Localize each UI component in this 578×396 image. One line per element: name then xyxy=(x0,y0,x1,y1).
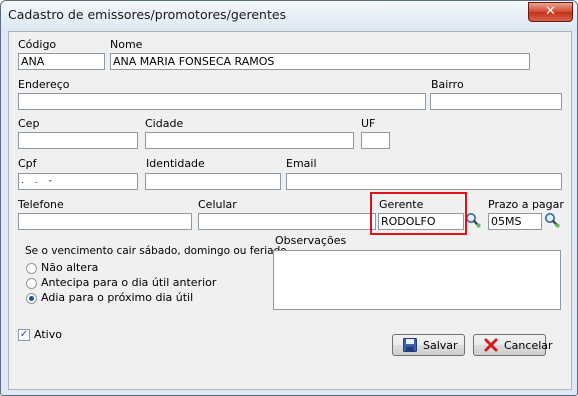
observacoes-label: Observações xyxy=(275,234,347,247)
email-input[interactable] xyxy=(286,173,562,190)
bairro-input[interactable] xyxy=(430,93,562,110)
close-icon: ✕ xyxy=(545,4,556,19)
radio-antecipa-label: Antecipa para o dia útil anterior xyxy=(41,276,217,289)
form-panel: Código ANA Nome ANA MARIA FONSECA RAMOS … xyxy=(8,31,572,390)
endereco-input[interactable] xyxy=(18,93,426,110)
cpf-label: Cpf xyxy=(18,157,37,170)
cpf-input[interactable]: . . - xyxy=(18,173,138,190)
radio-nao-altera[interactable] xyxy=(26,263,37,274)
close-button[interactable]: ✕ xyxy=(528,2,573,22)
cep-label: Cep xyxy=(18,117,40,130)
vencimento-title: Se o vencimento cair sábado, domingo ou … xyxy=(25,245,287,257)
cidade-input[interactable] xyxy=(145,132,354,149)
celular-input[interactable] xyxy=(198,213,376,230)
identidade-input[interactable] xyxy=(145,173,281,190)
radio-adia[interactable] xyxy=(26,293,37,304)
cancelar-button[interactable]: Cancelar xyxy=(473,334,553,356)
ativo-label: Ativo xyxy=(34,328,62,341)
gerente-search-icon[interactable] xyxy=(465,212,481,228)
ativo-checkbox[interactable]: ✓ xyxy=(18,329,30,341)
prazo-search-icon[interactable] xyxy=(544,212,560,228)
radio-adia-label: Adia para o próximo dia útil xyxy=(41,291,194,304)
nome-label: Nome xyxy=(110,38,143,51)
prazo-input[interactable]: 05MS xyxy=(488,213,542,230)
email-label: Email xyxy=(286,157,317,170)
cidade-label: Cidade xyxy=(145,117,184,130)
radio-nao-altera-label: Não altera xyxy=(41,261,99,274)
title-bar: Cadastro de emissores/promotores/gerente… xyxy=(1,1,577,31)
window-title: Cadastro de emissores/promotores/gerente… xyxy=(8,7,287,22)
salvar-label: Salvar xyxy=(423,339,458,352)
endereco-label: Endereço xyxy=(18,78,70,91)
codigo-input[interactable]: ANA xyxy=(18,53,105,70)
prazo-label: Prazo a pagar xyxy=(488,198,564,211)
radio-antecipa[interactable] xyxy=(26,278,37,289)
uf-label: UF xyxy=(361,117,376,130)
codigo-label: Código xyxy=(18,38,57,51)
nome-input[interactable]: ANA MARIA FONSECA RAMOS xyxy=(110,53,530,70)
cancel-icon xyxy=(484,338,498,352)
save-icon xyxy=(403,338,417,352)
cep-input[interactable] xyxy=(18,132,138,149)
telefone-label: Telefone xyxy=(18,198,64,211)
gerente-highlight xyxy=(370,192,467,235)
salvar-button[interactable]: Salvar xyxy=(392,334,465,356)
identidade-label: Identidade xyxy=(146,157,205,170)
bairro-label: Bairro xyxy=(431,78,464,91)
observacoes-textarea[interactable] xyxy=(273,250,561,310)
cancelar-label: Cancelar xyxy=(504,339,553,352)
dialog-window: Cadastro de emissores/promotores/gerente… xyxy=(0,0,578,396)
celular-label: Celular xyxy=(198,198,237,211)
telefone-input[interactable] xyxy=(18,213,192,230)
uf-input[interactable] xyxy=(361,132,390,149)
